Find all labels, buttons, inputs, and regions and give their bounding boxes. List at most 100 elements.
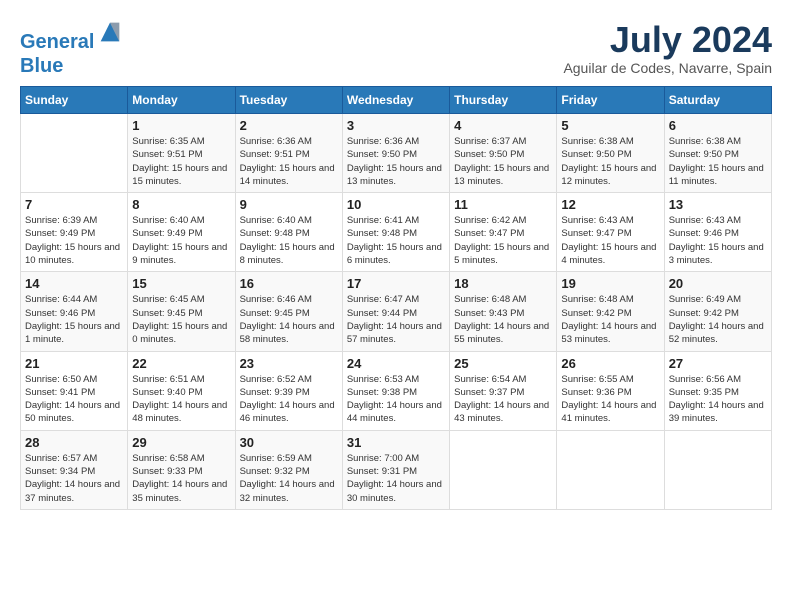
logo-icon — [96, 18, 124, 46]
calendar-cell — [450, 430, 557, 509]
cell-details: Sunrise: 6:35 AM Sunset: 9:51 PM Dayligh… — [132, 135, 230, 188]
cell-details: Sunrise: 6:51 AM Sunset: 9:40 PM Dayligh… — [132, 373, 230, 426]
cell-details: Sunrise: 6:50 AM Sunset: 9:41 PM Dayligh… — [25, 373, 123, 426]
calendar-week-row: 7Sunrise: 6:39 AM Sunset: 9:49 PM Daylig… — [21, 193, 772, 272]
header-thursday: Thursday — [450, 87, 557, 114]
day-number: 29 — [132, 435, 230, 450]
cell-details: Sunrise: 6:55 AM Sunset: 9:36 PM Dayligh… — [561, 373, 659, 426]
calendar-cell: 10 Sunrise: 6:41 AM Sunset: 9:48 PM Dayli… — [342, 193, 449, 272]
calendar-cell: 25Sunrise: 6:54 AM Sunset: 9:37 PM Dayli… — [450, 351, 557, 430]
header-monday: Monday — [128, 87, 235, 114]
day-number: 24 — [347, 356, 445, 371]
calendar-cell: 17 Sunrise: 6:47 AM Sunset: 9:44 PM Dayli… — [342, 272, 449, 351]
calendar-week-row: 1Sunrise: 6:35 AM Sunset: 9:51 PM Daylig… — [21, 114, 772, 193]
calendar-cell: 11Sunrise: 6:42 AM Sunset: 9:47 PM Dayli… — [450, 193, 557, 272]
cell-details: Sunrise: 6:41 AM Sunset: 9:48 PM Dayligh… — [347, 214, 445, 267]
header-saturday: Saturday — [664, 87, 771, 114]
calendar-cell: 18 Sunrise: 6:48 AM Sunset: 9:43 PM Dayli… — [450, 272, 557, 351]
calendar-cell: 20 Sunrise: 6:49 AM Sunset: 9:42 PM Dayli… — [664, 272, 771, 351]
day-number: 14 — [25, 276, 123, 291]
calendar-cell: 30 Sunrise: 6:59 AM Sunset: 9:32 PM Dayli… — [235, 430, 342, 509]
calendar-cell: 27Sunrise: 6:56 AM Sunset: 9:35 PM Dayli… — [664, 351, 771, 430]
day-number: 2 — [240, 118, 338, 133]
day-number: 6 — [669, 118, 767, 133]
cell-details: Sunrise: 6:57 AM Sunset: 9:34 PM Dayligh… — [25, 452, 123, 505]
day-number: 17 — [347, 276, 445, 291]
calendar-cell: 28 Sunrise: 6:57 AM Sunset: 9:34 PM Dayli… — [21, 430, 128, 509]
month-year-title: July 2024 — [563, 20, 772, 60]
cell-details: Sunrise: 6:52 AM Sunset: 9:39 PM Dayligh… — [240, 373, 338, 426]
title-block: July 2024 Aguilar de Codes, Navarre, Spa… — [563, 20, 772, 76]
calendar-header-row: Sunday Monday Tuesday Wednesday Thursday… — [21, 87, 772, 114]
calendar-cell — [21, 114, 128, 193]
cell-details: Sunrise: 6:38 AM Sunset: 9:50 PM Dayligh… — [561, 135, 659, 188]
cell-details: Sunrise: 6:44 AM Sunset: 9:46 PM Dayligh… — [25, 293, 123, 346]
calendar-cell: 22 Sunrise: 6:51 AM Sunset: 9:40 PM Dayli… — [128, 351, 235, 430]
day-number: 4 — [454, 118, 552, 133]
day-number: 3 — [347, 118, 445, 133]
cell-details: Sunrise: 6:59 AM Sunset: 9:32 PM Dayligh… — [240, 452, 338, 505]
calendar-cell: 24 Sunrise: 6:53 AM Sunset: 9:38 PM Dayli… — [342, 351, 449, 430]
calendar-cell: 26 Sunrise: 6:55 AM Sunset: 9:36 PM Dayli… — [557, 351, 664, 430]
cell-details: Sunrise: 6:47 AM Sunset: 9:44 PM Dayligh… — [347, 293, 445, 346]
day-number: 15 — [132, 276, 230, 291]
cell-details: Sunrise: 6:48 AM Sunset: 9:42 PM Dayligh… — [561, 293, 659, 346]
day-number: 7 — [25, 197, 123, 212]
day-number: 10 — [347, 197, 445, 212]
page-header: GeneralBlue July 2024 Aguilar de Codes, … — [20, 20, 772, 78]
cell-details: Sunrise: 6:45 AM Sunset: 9:45 PM Dayligh… — [132, 293, 230, 346]
day-number: 19 — [561, 276, 659, 291]
calendar-cell: 2Sunrise: 6:36 AM Sunset: 9:51 PM Daylig… — [235, 114, 342, 193]
header-wednesday: Wednesday — [342, 87, 449, 114]
calendar-cell: 3 Sunrise: 6:36 AM Sunset: 9:50 PM Daylig… — [342, 114, 449, 193]
day-number: 31 — [347, 435, 445, 450]
calendar-table: Sunday Monday Tuesday Wednesday Thursday… — [20, 86, 772, 510]
day-number: 18 — [454, 276, 552, 291]
calendar-cell — [664, 430, 771, 509]
day-number: 28 — [25, 435, 123, 450]
cell-details: Sunrise: 6:36 AM Sunset: 9:50 PM Dayligh… — [347, 135, 445, 188]
day-number: 16 — [240, 276, 338, 291]
location-subtitle: Aguilar de Codes, Navarre, Spain — [563, 60, 772, 76]
day-number: 27 — [669, 356, 767, 371]
calendar-cell: 21 Sunrise: 6:50 AM Sunset: 9:41 PM Dayli… — [21, 351, 128, 430]
calendar-cell: 4 Sunrise: 6:37 AM Sunset: 9:50 PM Daylig… — [450, 114, 557, 193]
calendar-cell: 9Sunrise: 6:40 AM Sunset: 9:48 PM Daylig… — [235, 193, 342, 272]
day-number: 11 — [454, 197, 552, 212]
day-number: 22 — [132, 356, 230, 371]
header-tuesday: Tuesday — [235, 87, 342, 114]
calendar-cell — [557, 430, 664, 509]
day-number: 5 — [561, 118, 659, 133]
cell-details: Sunrise: 6:49 AM Sunset: 9:42 PM Dayligh… — [669, 293, 767, 346]
calendar-cell: 6Sunrise: 6:38 AM Sunset: 9:50 PM Daylig… — [664, 114, 771, 193]
day-number: 26 — [561, 356, 659, 371]
calendar-cell: 14 Sunrise: 6:44 AM Sunset: 9:46 PM Dayli… — [21, 272, 128, 351]
day-number: 30 — [240, 435, 338, 450]
day-number: 20 — [669, 276, 767, 291]
header-friday: Friday — [557, 87, 664, 114]
day-number: 12 — [561, 197, 659, 212]
calendar-cell: 8 Sunrise: 6:40 AM Sunset: 9:49 PM Daylig… — [128, 193, 235, 272]
calendar-cell: 12Sunrise: 6:43 AM Sunset: 9:47 PM Dayli… — [557, 193, 664, 272]
logo-text: GeneralBlue — [20, 20, 124, 78]
cell-details: Sunrise: 6:48 AM Sunset: 9:43 PM Dayligh… — [454, 293, 552, 346]
logo-general: General — [20, 31, 94, 53]
calendar-cell: 5 Sunrise: 6:38 AM Sunset: 9:50 PM Daylig… — [557, 114, 664, 193]
day-number: 21 — [25, 356, 123, 371]
cell-details: Sunrise: 6:53 AM Sunset: 9:38 PM Dayligh… — [347, 373, 445, 426]
calendar-cell: 29 Sunrise: 6:58 AM Sunset: 9:33 PM Dayli… — [128, 430, 235, 509]
calendar-cell: 1Sunrise: 6:35 AM Sunset: 9:51 PM Daylig… — [128, 114, 235, 193]
calendar-cell: 31 Sunrise: 7:00 AM Sunset: 9:31 PM Dayli… — [342, 430, 449, 509]
day-number: 25 — [454, 356, 552, 371]
cell-details: Sunrise: 6:37 AM Sunset: 9:50 PM Dayligh… — [454, 135, 552, 188]
day-number: 23 — [240, 356, 338, 371]
day-number: 8 — [132, 197, 230, 212]
day-number: 9 — [240, 197, 338, 212]
logo-blue: Blue — [20, 55, 63, 77]
cell-details: Sunrise: 6:58 AM Sunset: 9:33 PM Dayligh… — [132, 452, 230, 505]
logo: GeneralBlue — [20, 20, 124, 78]
cell-details: Sunrise: 6:40 AM Sunset: 9:49 PM Dayligh… — [132, 214, 230, 267]
calendar-week-row: 14 Sunrise: 6:44 AM Sunset: 9:46 PM Dayli… — [21, 272, 772, 351]
cell-details: Sunrise: 7:00 AM Sunset: 9:31 PM Dayligh… — [347, 452, 445, 505]
calendar-cell: 7Sunrise: 6:39 AM Sunset: 9:49 PM Daylig… — [21, 193, 128, 272]
